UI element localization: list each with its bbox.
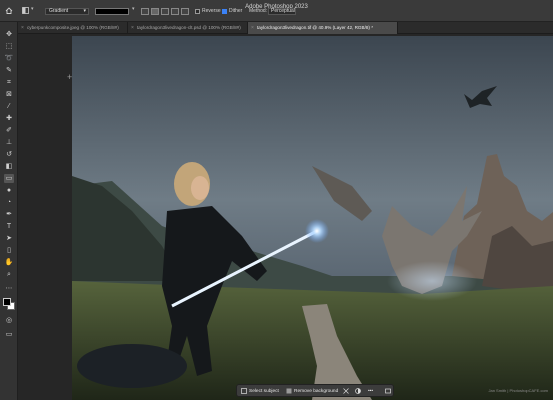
tab-dragon-active[interactable]: × taylordragon3livedragon.tif @ 40.9% (L… — [248, 22, 398, 34]
remove-background-icon — [286, 388, 292, 394]
linear-gradient-button[interactable] — [141, 8, 149, 15]
select-subject-button[interactable]: Select subject — [249, 385, 279, 398]
chevron-down-icon: ▾ — [83, 8, 86, 14]
lasso-tool-icon[interactable]: ➰ — [4, 54, 14, 63]
diamond-gradient-button[interactable] — [181, 8, 189, 15]
tab-cyberpunk[interactable]: × cyberpunkcomposite.jpeg @ 100% (RGB/8#… — [18, 22, 128, 34]
remove-background-button[interactable]: Remove background — [294, 385, 338, 398]
tab-label: taylordragon3livedragon.tif @ 40.9% (Lay… — [257, 25, 373, 30]
path-select-icon[interactable]: ➤ — [4, 234, 14, 243]
home-icon[interactable] — [5, 7, 13, 14]
reflected-gradient-button[interactable] — [171, 8, 179, 15]
gradient-tool-icon[interactable]: ▭ — [4, 174, 14, 183]
method-select[interactable]: Perceptual — [268, 8, 296, 15]
gradient-select[interactable]: Gradient ▾ — [45, 8, 89, 15]
type-tool-icon[interactable]: T — [4, 222, 14, 231]
options-bar: Adobe Photoshop 2023 ▾ Gradient ▾ ▾ Reve… — [0, 0, 553, 22]
watermark: Jan Smith | PhotoshopCAFE.com — [488, 388, 548, 393]
tab-dragon-clt[interactable]: × taylordragon3livedragon-clt.psd @ 100%… — [128, 22, 248, 34]
radial-gradient-button[interactable] — [151, 8, 159, 15]
chevron-down-icon[interactable]: ▾ — [132, 6, 135, 12]
gradient-label: Gradient — [49, 8, 69, 14]
composite-image — [72, 36, 553, 400]
color-swatches[interactable] — [3, 298, 15, 310]
more-options-button[interactable]: ••• — [368, 385, 373, 398]
pen-tool-icon[interactable]: ✒ — [4, 210, 14, 219]
transform-icon[interactable] — [343, 388, 349, 394]
select-subject-icon — [241, 388, 247, 394]
method-value: Perceptual — [271, 8, 295, 14]
contextual-task-bar: Select subject Remove background ••• — [236, 384, 394, 397]
eyedropper-tool-icon[interactable]: ⁄ — [4, 102, 14, 111]
tools-panel: ✥ ⬚ ➰ ✎ ⌗ ⊠ ⁄ ✚ ✐ ⊥ ↺ ◧ ▭ ● ◔ ✒ T ➤ ▯ ✋ … — [0, 22, 18, 400]
angle-gradient-button[interactable] — [161, 8, 169, 15]
quick-mask-icon[interactable]: ◎ — [4, 316, 14, 325]
close-icon[interactable]: × — [21, 22, 24, 34]
method-label: Method: — [249, 8, 268, 14]
tab-label: cyberpunkcomposite.jpeg @ 100% (RGB/8#) — [27, 25, 119, 30]
close-icon[interactable]: × — [131, 22, 134, 34]
healing-brush-icon[interactable]: ✚ — [4, 114, 14, 123]
move-tool-icon[interactable]: ✥ — [4, 30, 14, 39]
document-tabs: × cyberpunkcomposite.jpeg @ 100% (RGB/8#… — [18, 22, 553, 34]
reverse-checkbox[interactable] — [195, 9, 200, 14]
frame-tool-icon[interactable]: ⊠ — [4, 90, 14, 99]
zoom-tool-icon[interactable]: ⌕ — [4, 270, 14, 279]
quick-select-tool-icon[interactable]: ✎ — [4, 66, 14, 75]
pin-icon[interactable] — [385, 388, 391, 394]
brush-tool-icon[interactable]: ✐ — [4, 126, 14, 135]
crop-tool-icon[interactable]: ⌗ — [4, 78, 14, 87]
adjustment-icon[interactable] — [355, 388, 361, 394]
history-brush-icon[interactable]: ↺ — [4, 150, 14, 159]
photoshop-window: Adobe Photoshop 2023 ▾ Gradient ▾ ▾ Reve… — [0, 0, 553, 400]
close-icon[interactable]: × — [251, 22, 254, 34]
blur-tool-icon[interactable]: ● — [4, 186, 14, 195]
shape-tool-icon[interactable]: ▯ — [4, 246, 14, 255]
hand-tool-icon[interactable]: ✋ — [4, 258, 14, 267]
screen-mode-icon[interactable]: ▭ — [4, 330, 14, 339]
dither-checkbox[interactable] — [222, 9, 227, 14]
dither-label: Dither — [229, 8, 243, 14]
tool-preset-icon[interactable] — [22, 7, 29, 14]
clone-stamp-icon[interactable]: ⊥ — [4, 138, 14, 147]
gradient-swatch[interactable] — [95, 8, 129, 15]
document-canvas[interactable]: Jan Smith | PhotoshopCAFE.com — [72, 36, 553, 400]
reverse-label: Reverse — [202, 8, 221, 14]
tab-label: taylordragon3livedragon-clt.psd @ 100% (… — [137, 25, 241, 30]
dodge-tool-icon[interactable]: ◔ — [4, 198, 14, 207]
more-tools-icon[interactable]: ⋯ — [4, 284, 14, 293]
foreground-color[interactable] — [3, 298, 11, 306]
eraser-tool-icon[interactable]: ◧ — [4, 162, 14, 171]
marquee-tool-icon[interactable]: ⬚ — [4, 42, 14, 51]
chevron-down-icon[interactable]: ▾ — [31, 6, 34, 12]
